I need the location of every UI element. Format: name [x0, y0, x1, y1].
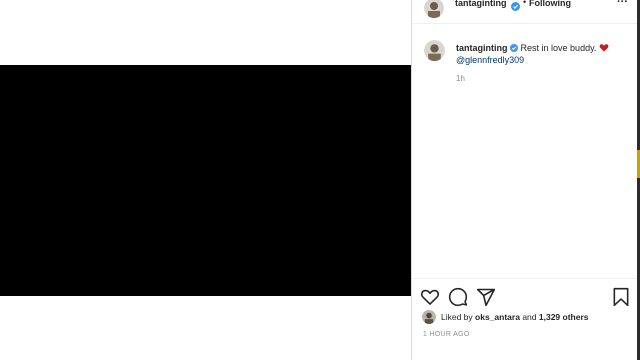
- likes-prefix: Liked by: [441, 312, 473, 322]
- video-player[interactable]: [0, 65, 411, 296]
- avatar[interactable]: [422, 310, 436, 324]
- avatar[interactable]: [424, 0, 444, 18]
- share-icon[interactable]: [476, 287, 496, 307]
- more-options-icon[interactable]: ···: [617, 0, 628, 8]
- likes-count-link[interactable]: 1,329 others: [539, 312, 589, 322]
- caption-body: Rest in love buddy.: [520, 43, 597, 53]
- following-button[interactable]: Following: [529, 0, 571, 8]
- verified-badge-icon: [510, 44, 519, 52]
- caption-text: tantaginting Rest in love buddy. @glennf…: [456, 42, 632, 66]
- caption-timestamp[interactable]: 1h: [456, 74, 465, 83]
- likes-and: and: [522, 312, 537, 322]
- header-username[interactable]: tantaginting: [455, 0, 507, 8]
- caption-username[interactable]: tantaginting: [456, 43, 508, 53]
- like-heart-icon[interactable]: [420, 287, 440, 307]
- likes-summary: Liked by oks_antara and 1,329 others: [412, 308, 638, 326]
- liker-username[interactable]: oks_antara: [475, 312, 520, 322]
- post-details-pane: tantaginting • Following ··· tantagintin…: [411, 0, 638, 360]
- post-header: tantaginting • Following ···: [412, 0, 638, 24]
- likes-text: Liked by oks_antara and 1,329 others: [441, 312, 589, 322]
- bookmark-icon[interactable]: [611, 287, 631, 307]
- post-date[interactable]: 1 HOUR AGO: [423, 331, 470, 338]
- heart-emoji-icon: [599, 44, 609, 52]
- comment-icon[interactable]: [448, 287, 468, 307]
- mention-link[interactable]: @glennfredly309: [456, 55, 524, 65]
- verified-badge-icon: [511, 0, 520, 16]
- avatar[interactable]: [424, 40, 445, 61]
- separator-dot: •: [523, 0, 527, 7]
- media-pane: [0, 0, 411, 360]
